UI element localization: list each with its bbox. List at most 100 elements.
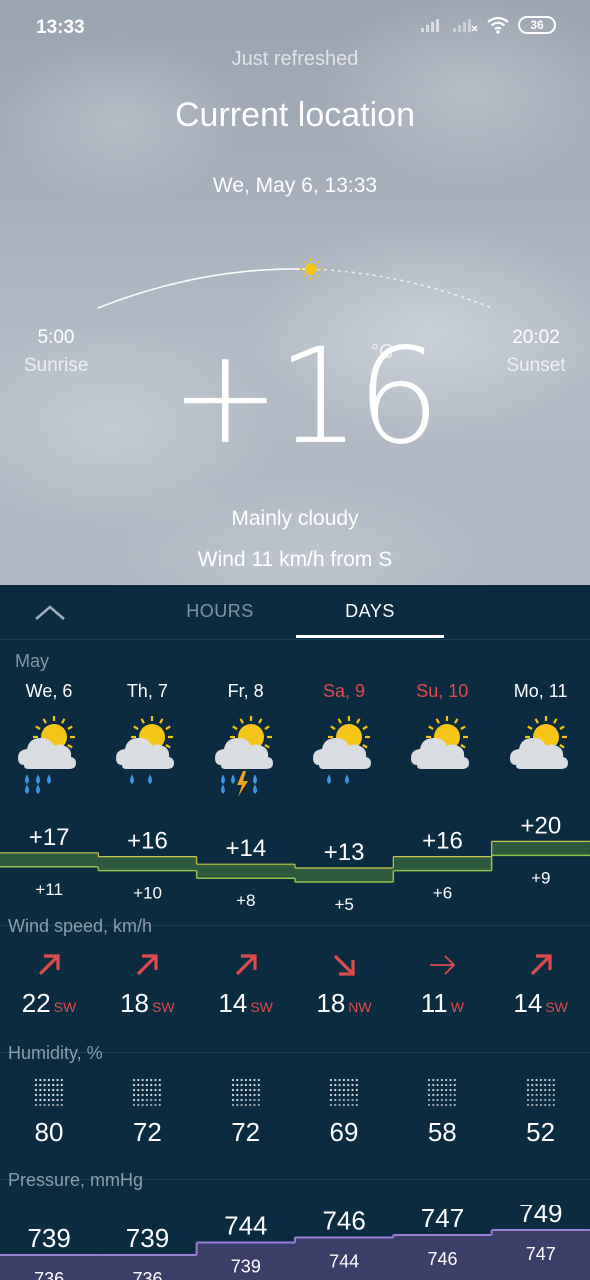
wind-speed: 11: [420, 988, 448, 1018]
temperature-band: [491, 841, 590, 856]
partly-cloudy-light-rain-icon: [312, 716, 371, 784]
arrow-up-right-icon: [235, 954, 257, 976]
day-names-row: We, 6 Th, 7 Fr, 8 Sa, 9 Su, 10 Mo, 11: [0, 681, 590, 705]
wind-value: 18 SW: [98, 988, 196, 1019]
sunrise-time: 5:00: [37, 327, 75, 348]
battery-indicator: 36: [518, 16, 556, 34]
tab-hours[interactable]: HOURS: [150, 601, 290, 622]
high-temp-label: +17: [29, 824, 70, 851]
pressure-high-label: 739: [126, 1223, 169, 1253]
pressure-low-label: 736: [34, 1269, 64, 1280]
sunset-label: Sunset: [506, 355, 566, 376]
wind-speed: 18: [120, 988, 149, 1018]
temperature-band: [98, 856, 197, 871]
low-temp-label: +9: [531, 868, 550, 887]
humidity-dots-icon: [428, 1078, 457, 1107]
humidity-value: 69: [329, 1117, 359, 1147]
weather-condition: Mainly cloudy: [231, 507, 359, 530]
sunrise-label: Sunrise: [24, 355, 89, 376]
wind-summary: Wind 11 km/h from S: [197, 548, 393, 571]
arrow-right-icon: [430, 955, 456, 975]
day-name[interactable]: Sa, 9: [295, 681, 393, 702]
weather-hero: 13:33 36 Just refreshed Current location…: [0, 0, 590, 585]
wind-direction: SW: [152, 999, 175, 1015]
temperature-chart: +17 +11 +16 +10 +14 +8 +13 +5 +16 +6 +20 +9: [0, 812, 590, 914]
humidity-cell: 58: [393, 1077, 491, 1152]
humidity-cell: 52: [492, 1077, 590, 1152]
signal-icon: [421, 19, 439, 32]
humidity-cell: 80: [0, 1077, 98, 1152]
partly-cloudy-thunderstorm-icon: [214, 716, 273, 797]
pressure-low-label: 736: [132, 1269, 162, 1280]
arrow-down-right-icon: [333, 954, 355, 976]
temperature-band: [294, 868, 394, 882]
wind-cell: 11 W: [393, 950, 491, 1025]
partly-cloudy-rain-icon: [18, 716, 76, 794]
weather-icons-row: [0, 713, 590, 803]
humidity-dots-icon: [329, 1078, 358, 1107]
partly-cloudy-icon: [411, 716, 470, 769]
high-temp-label: +16: [127, 828, 168, 855]
wind-value: 11 W: [393, 988, 491, 1019]
humidity-value: 72: [132, 1117, 162, 1147]
current-datetime: We, May 6, 13:33: [212, 174, 378, 197]
sunset-time: 20:02: [512, 327, 560, 348]
low-temp-label: +6: [433, 884, 452, 903]
high-temp-label: +20: [520, 812, 561, 839]
day-name[interactable]: Su, 10: [393, 681, 491, 702]
pressure-low-label: 739: [231, 1257, 261, 1277]
low-temp-label: +10: [133, 884, 162, 903]
humidity-value: 80: [34, 1117, 64, 1147]
day-name[interactable]: Fr, 8: [197, 681, 295, 702]
temperature-unit: °C: [371, 341, 394, 363]
status-bar: 13:33 36: [0, 0, 590, 54]
wind-direction: SW: [250, 999, 273, 1015]
humidity-dots-icon: [34, 1078, 63, 1107]
tab-days[interactable]: DAYS: [296, 601, 444, 622]
location-title[interactable]: Current location: [0, 96, 590, 135]
pressure-chart: 739 736 739 736 744 739 746 744 747 746 749 747: [0, 1205, 590, 1280]
humidity-value: 52: [526, 1117, 556, 1147]
pressure-high-label: 744: [224, 1211, 267, 1241]
current-temperature: +16: [170, 320, 441, 474]
day-name[interactable]: Th, 7: [98, 681, 196, 702]
wind-section-title: Wind speed, km/h: [8, 916, 153, 936]
wind-direction: NW: [348, 999, 372, 1015]
low-temp-label: +8: [236, 891, 255, 910]
high-temp-label: +13: [324, 839, 365, 866]
humidity-cell: 72: [197, 1077, 295, 1152]
wind-value: 14 SW: [492, 988, 590, 1019]
pressure-section-title: Pressure, mmHg: [8, 1170, 144, 1190]
pressure-high-label: 747: [421, 1205, 464, 1233]
wifi-icon: [487, 16, 509, 34]
temperature-band: [0, 852, 99, 867]
arrow-up-right-icon: [530, 954, 552, 976]
chevron-up-icon[interactable]: [28, 597, 72, 629]
wind-cell: 14 SW: [492, 950, 590, 1025]
wind-value: 18 NW: [295, 988, 393, 1019]
wind-value: 14 SW: [197, 988, 295, 1019]
wind-row: 22 SW 18 SW 14 SW 18 NW 11 W 14 SW: [0, 950, 590, 1025]
humidity-value: 58: [427, 1117, 457, 1147]
humidity-section-title: Humidity, %: [8, 1043, 103, 1063]
wind-cell: 22 SW: [0, 950, 98, 1025]
humidity-row: 80 72 72 69 58 52: [0, 1077, 590, 1152]
partly-cloudy-icon: [509, 716, 568, 769]
humidity-dots-icon: [526, 1078, 555, 1107]
wind-speed: 14: [218, 988, 248, 1018]
high-temp-label: +16: [422, 828, 463, 855]
high-temp-label: +14: [225, 835, 266, 862]
pressure-low-label: 744: [329, 1252, 359, 1272]
pressure-high-label: 746: [322, 1206, 365, 1236]
status-time: 13:33: [36, 17, 85, 38]
wind-direction: SW: [53, 999, 77, 1015]
wind-direction: W: [450, 999, 464, 1015]
active-tab-indicator: [296, 635, 444, 638]
day-name[interactable]: Mo, 11: [492, 681, 590, 702]
wind-cell: 18 NW: [295, 950, 393, 1025]
sun-path-arc: [97, 258, 493, 309]
day-name[interactable]: We, 6: [0, 681, 98, 702]
sunrise-info: 5:00 Sunrise: [24, 327, 88, 377]
pressure-low-label: 746: [427, 1249, 457, 1269]
forecast-tabs: HOURS DAYS: [0, 585, 590, 640]
